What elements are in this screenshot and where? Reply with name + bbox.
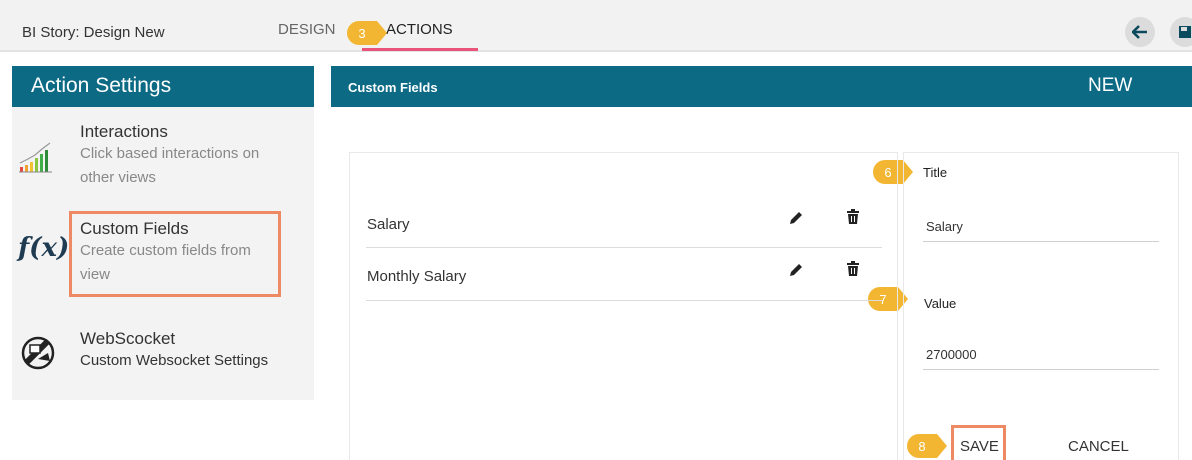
top-bar-divider: [0, 50, 1192, 52]
row-divider: [366, 247, 882, 248]
sidebar-item-description: Click based interactions on other views: [80, 145, 260, 186]
save-icon: [1179, 26, 1191, 38]
sidebar-title: Action Settings: [12, 66, 314, 107]
cancel-button[interactable]: CANCEL: [1068, 438, 1129, 455]
title-input-underline: [923, 241, 1159, 242]
save-story-button[interactable]: [1170, 17, 1192, 47]
active-tab-indicator: [362, 48, 478, 51]
title-input[interactable]: Salary: [926, 219, 963, 234]
tab-actions[interactable]: ACTIONS: [386, 21, 453, 38]
row-divider: [366, 300, 882, 301]
trash-icon: [847, 209, 859, 224]
delete-button[interactable]: [846, 261, 860, 277]
custom-fields-header: [331, 66, 1192, 107]
bar-chart-icon: [19, 142, 52, 173]
tab-design[interactable]: DESIGN: [278, 21, 336, 38]
custom-fields-list: [349, 152, 898, 460]
value-input-underline: [923, 369, 1159, 370]
app-title: BI Story: Design New: [22, 24, 165, 41]
websocket-icon-wrap: [18, 333, 58, 373]
custom-fields-highlight: [69, 211, 281, 297]
value-input[interactable]: 2700000: [926, 347, 977, 362]
edit-button[interactable]: [788, 262, 804, 278]
field-name[interactable]: Monthly Salary: [367, 268, 466, 285]
save-button[interactable]: SAVE: [960, 438, 999, 455]
websocket-icon: [21, 336, 55, 370]
sidebar-item-description: Custom Websocket Settings: [80, 352, 269, 369]
edit-button[interactable]: [788, 210, 804, 226]
back-button[interactable]: [1125, 17, 1155, 47]
value-label: Value: [924, 296, 957, 311]
sidebar-item-interactions[interactable]: Interactions Click based interactions on…: [80, 122, 310, 190]
arrow-left-icon: [1132, 25, 1147, 39]
pencil-icon: [790, 212, 802, 224]
pencil-icon: [790, 264, 802, 276]
sidebar-item-interactions-icon-wrap: [18, 137, 62, 177]
function-icon: f(x): [18, 233, 70, 263]
trash-icon: [847, 261, 859, 276]
sidebar-item-title: WebScocket: [80, 329, 176, 348]
field-name[interactable]: Salary: [367, 216, 410, 233]
delete-button[interactable]: [846, 209, 860, 225]
new-button[interactable]: NEW: [1088, 75, 1132, 97]
panel-title: Custom Fields: [348, 80, 438, 95]
sidebar-item-websocket[interactable]: WebScocket Custom Websocket Settings: [80, 329, 310, 373]
callout-badge-3: 3: [347, 21, 387, 45]
title-label: Title: [923, 165, 948, 180]
top-bar: [0, 0, 1192, 52]
sidebar-item-title: Interactions: [80, 122, 168, 141]
